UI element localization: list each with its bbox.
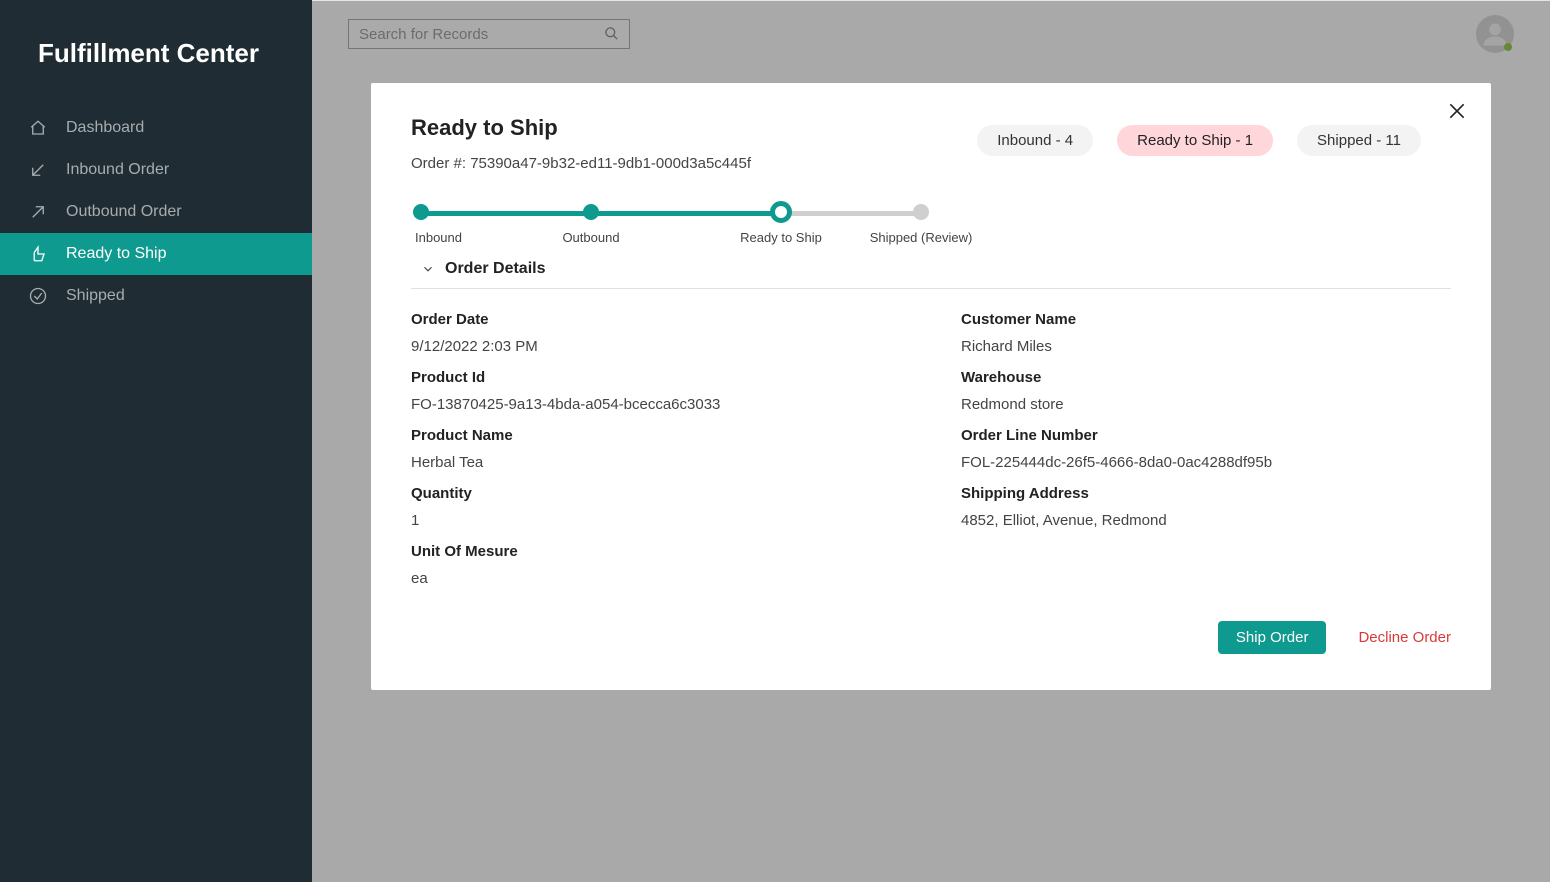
field: Product Id FO-13870425-9a13-4bda-a054-bce…	[411, 369, 901, 413]
home-icon	[28, 118, 48, 138]
progress-node	[770, 201, 792, 223]
field-label: Quantity	[411, 485, 901, 502]
field-value: Redmond store	[961, 396, 1451, 413]
field-label: Shipping Address	[961, 485, 1451, 502]
sidebar: Fulfillment Center Dashboard Inbound Orde…	[0, 0, 312, 882]
progress-label: Shipped (Review)	[870, 230, 973, 245]
modal-overlay: Ready to Ship Order #: 75390a47-9b32-ed1…	[312, 1, 1550, 882]
thumb-up-icon	[28, 244, 48, 264]
decline-order-button[interactable]: Decline Order	[1358, 629, 1451, 646]
sidebar-item-label: Dashboard	[66, 119, 144, 137]
progress-label: Outbound	[562, 230, 619, 245]
close-icon[interactable]	[1447, 101, 1467, 126]
field-label: Order Date	[411, 311, 901, 328]
chevron-down-icon	[421, 262, 435, 276]
field: Warehouse Redmond store	[961, 369, 1451, 413]
progress-node	[913, 204, 929, 220]
field-value: FOL-225444dc-26f5-4666-8da0-0ac4288df95b	[961, 454, 1451, 471]
field-label: Warehouse	[961, 369, 1451, 386]
sidebar-item-label: Inbound Order	[66, 161, 169, 179]
field: Quantity 1	[411, 485, 901, 529]
field: Shipping Address 4852, Elliot, Avenue, Re…	[961, 485, 1451, 529]
nav: Dashboard Inbound Order Outbound Order Read…	[0, 107, 312, 317]
progress-label: Inbound	[415, 230, 462, 245]
progress-line	[781, 211, 921, 216]
field: Order Line Number FOL-225444dc-26f5-4666-…	[961, 427, 1451, 471]
ship-order-button[interactable]: Ship Order	[1218, 621, 1327, 654]
field-label: Product Name	[411, 427, 901, 444]
field-label: Product Id	[411, 369, 901, 386]
modal: Ready to Ship Order #: 75390a47-9b32-ed1…	[371, 83, 1491, 690]
sidebar-item-outbound-order[interactable]: Outbound Order	[0, 191, 312, 233]
progress-steps: Inbound Outbound Ready to Ship Shipped (Rev…	[411, 200, 1011, 246]
status-pill[interactable]: Inbound - 4	[977, 125, 1093, 156]
field: Customer Name Richard Miles	[961, 311, 1451, 355]
sidebar-item-label: Outbound Order	[66, 203, 182, 221]
field: Order Date 9/12/2022 2:03 PM	[411, 311, 901, 355]
field-value: 9/12/2022 2:03 PM	[411, 338, 901, 355]
field: Unit Of Mesure ea	[411, 543, 901, 587]
sidebar-item-shipped[interactable]: Shipped	[0, 275, 312, 317]
field: Product Name Herbal Tea	[411, 427, 901, 471]
order-details: Order Date 9/12/2022 2:03 PM Product Id FO-…	[411, 297, 1451, 593]
modal-actions: Ship Order Decline Order	[411, 621, 1451, 654]
field-label: Customer Name	[961, 311, 1451, 328]
field-value: 4852, Elliot, Avenue, Redmond	[961, 512, 1451, 529]
brand-title: Fulfillment Center	[0, 38, 312, 107]
modal-title: Ready to Ship	[411, 115, 751, 141]
sidebar-item-ready-to-ship[interactable]: Ready to Ship	[0, 233, 312, 275]
order-number: Order #: 75390a47-9b32-ed11-9db1-000d3a5…	[411, 155, 751, 172]
field-label: Unit Of Mesure	[411, 543, 901, 560]
field-label: Order Line Number	[961, 427, 1451, 444]
arrow-up-right-icon	[28, 202, 48, 222]
field-value: ea	[411, 570, 901, 587]
progress-node	[583, 204, 599, 220]
check-circle-icon	[28, 286, 48, 306]
order-details-toggle[interactable]: Order Details	[421, 260, 1451, 284]
field-value: 1	[411, 512, 901, 529]
status-pill[interactable]: Ready to Ship - 1	[1117, 125, 1273, 156]
sidebar-item-dashboard[interactable]: Dashboard	[0, 107, 312, 149]
progress-node	[413, 204, 429, 220]
status-pill[interactable]: Shipped - 11	[1297, 125, 1421, 156]
main: Ready to Ship Order #: 75390a47-9b32-ed1…	[312, 0, 1550, 882]
section-divider	[411, 288, 1451, 289]
sidebar-item-label: Shipped	[66, 287, 125, 305]
progress-line	[591, 211, 781, 216]
progress-line	[421, 211, 591, 216]
arrow-down-left-icon	[28, 160, 48, 180]
status-pills: Inbound - 4 Ready to Ship - 1 Shipped - 11	[977, 125, 1421, 156]
sidebar-item-inbound-order[interactable]: Inbound Order	[0, 149, 312, 191]
field-value: Richard Miles	[961, 338, 1451, 355]
field-value: Herbal Tea	[411, 454, 901, 471]
field-value: FO-13870425-9a13-4bda-a054-bcecca6c3033	[411, 396, 901, 413]
progress-label: Ready to Ship	[740, 230, 822, 245]
sidebar-item-label: Ready to Ship	[66, 245, 167, 263]
